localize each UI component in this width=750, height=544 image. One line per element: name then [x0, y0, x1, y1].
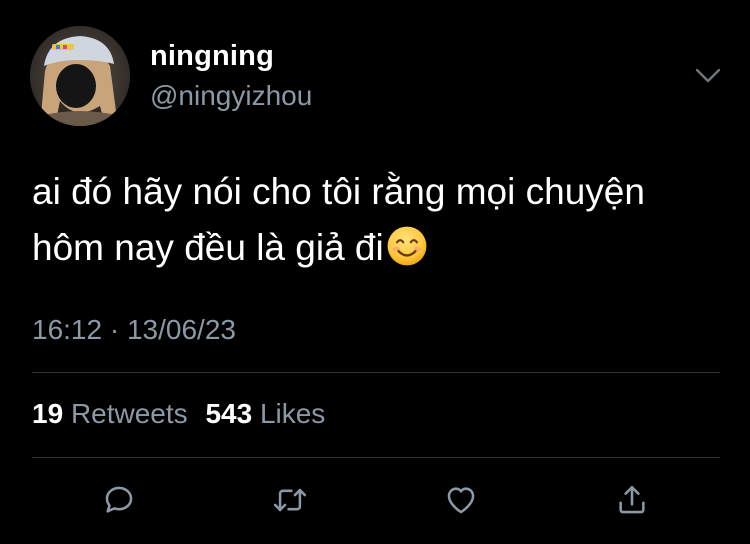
divider [32, 372, 720, 373]
tweet-text-line: ai đó hãy nói cho tôi rằng mọi chuyện [32, 171, 645, 212]
user-handle[interactable]: @ningyizhou [150, 80, 312, 112]
share-icon [619, 485, 645, 514]
tweet-timestamp[interactable]: 16:12 · 13/06/23 [32, 314, 236, 346]
tweet-detail: ningning @ningyizhou ai đó hãy nói cho t… [0, 0, 750, 544]
likes-label: Likes [259, 398, 326, 429]
tweet-text: ai đó hãy nói cho tôi rằng mọi chuyện hô… [32, 164, 732, 276]
share-button[interactable] [610, 478, 654, 522]
heart-icon [447, 487, 475, 514]
retweets-label: Retweets [70, 398, 188, 429]
tweet-date: 13/06/23 [126, 314, 236, 345]
tweet-text-segment: hôm nay đều là giả đi [32, 227, 384, 268]
chevron-down-icon[interactable] [694, 64, 722, 86]
reply-button[interactable] [97, 478, 141, 522]
likes-count: 543 [205, 398, 253, 429]
tweet-text-line: hôm nay đều là giả đi [32, 220, 732, 276]
retweet-icon [273, 488, 307, 512]
like-button[interactable] [439, 478, 483, 522]
avatar[interactable] [30, 26, 130, 126]
reply-icon [105, 486, 133, 513]
tweet-time: 16:12 [32, 314, 103, 345]
profile-photo-icon [30, 26, 130, 126]
display-name[interactable]: ningning [150, 40, 274, 73]
likes-stat[interactable]: 543 Likes [205, 398, 325, 429]
retweet-button[interactable] [268, 478, 312, 522]
smiling-face-emoji-icon [387, 226, 427, 266]
tweet-stats: 19 Retweets 543 Likes [32, 398, 325, 430]
divider [32, 457, 720, 458]
retweets-count: 19 [32, 398, 64, 429]
meta-separator: · [109, 314, 120, 345]
retweets-stat[interactable]: 19 Retweets [32, 398, 188, 429]
